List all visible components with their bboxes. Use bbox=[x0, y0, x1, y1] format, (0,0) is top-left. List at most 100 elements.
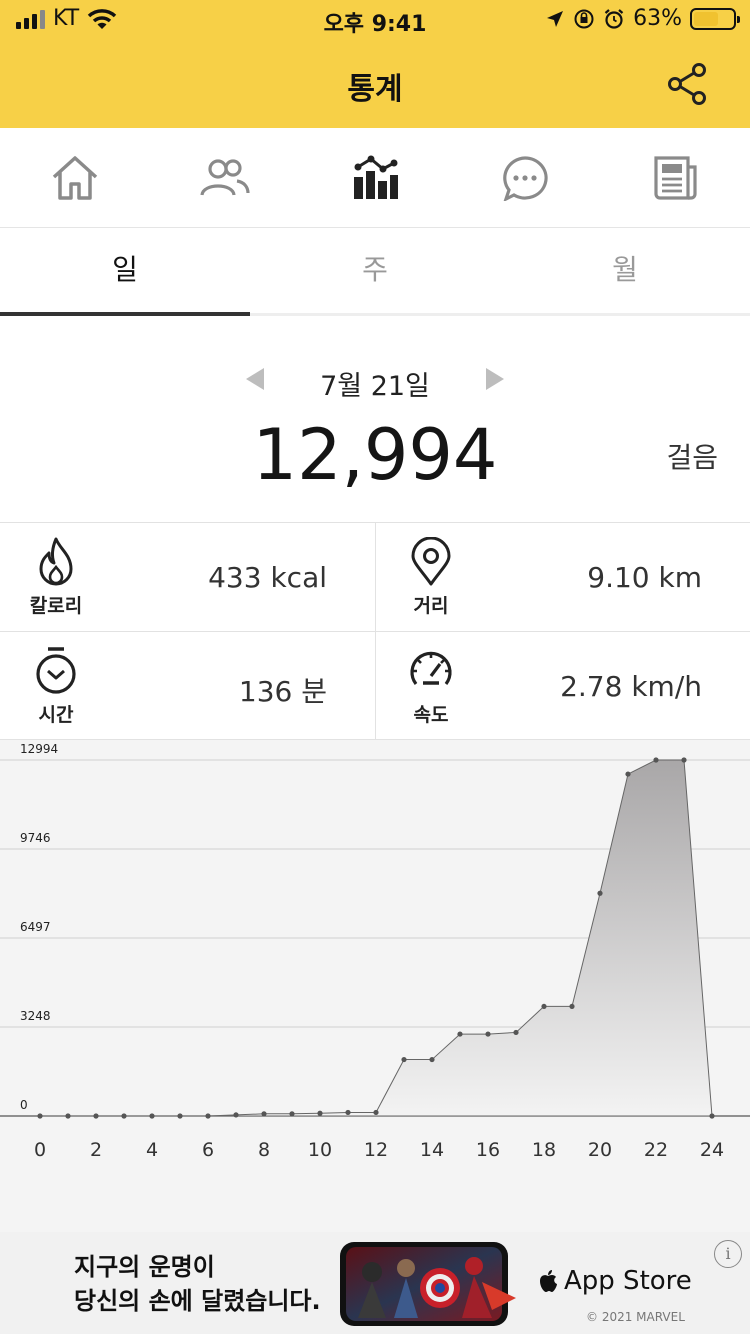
stats-icon bbox=[354, 155, 398, 199]
data-point bbox=[65, 1113, 71, 1119]
data-point bbox=[653, 757, 659, 763]
stopwatch-icon bbox=[36, 647, 76, 694]
data-point bbox=[149, 1113, 155, 1119]
nav-stats[interactable] bbox=[300, 128, 450, 227]
x-tick-label: 12 bbox=[364, 1139, 388, 1161]
time-label: 시간 bbox=[38, 704, 74, 726]
data-point bbox=[373, 1109, 379, 1116]
x-tick-label: 20 bbox=[588, 1139, 612, 1161]
tab-day[interactable]: 일 bbox=[0, 228, 250, 316]
news-icon bbox=[654, 155, 697, 200]
data-point bbox=[289, 1111, 295, 1117]
x-tick-label: 4 bbox=[146, 1139, 158, 1161]
speedometer-icon bbox=[410, 651, 452, 685]
data-point bbox=[177, 1113, 183, 1119]
flame-icon bbox=[39, 537, 73, 586]
time-cell: 시간 136 분 bbox=[0, 632, 375, 740]
apple-icon bbox=[540, 1270, 557, 1292]
data-point bbox=[37, 1113, 43, 1119]
speed-cell: 속도 2.78 km/h bbox=[375, 632, 750, 740]
tab-week[interactable]: 주 bbox=[250, 228, 500, 313]
location-icon bbox=[547, 10, 564, 27]
app-store-badge[interactable]: App Store bbox=[538, 1266, 692, 1296]
y-tick-label: 0 bbox=[20, 1098, 28, 1112]
step-count: 12,994 bbox=[252, 414, 498, 496]
speed-label: 속도 bbox=[413, 704, 449, 726]
chat-icon bbox=[503, 155, 548, 201]
speed-value: 2.78 km/h bbox=[560, 670, 702, 703]
data-point bbox=[401, 1056, 407, 1063]
friends-icon bbox=[200, 158, 250, 196]
data-point bbox=[625, 771, 631, 777]
data-point bbox=[205, 1113, 211, 1119]
data-point bbox=[317, 1110, 323, 1116]
main-nav bbox=[0, 128, 750, 228]
data-point bbox=[93, 1113, 99, 1119]
date-selector: 7월 21일 bbox=[0, 360, 750, 402]
y-tick-label: 3248 bbox=[20, 1009, 51, 1023]
step-unit: 걸음 bbox=[666, 441, 718, 474]
y-tick-label: 6497 bbox=[20, 920, 51, 934]
distance-value: 9.10 km bbox=[587, 561, 702, 594]
ad-game-poster-image bbox=[340, 1242, 516, 1326]
x-tick-label: 24 bbox=[700, 1139, 724, 1161]
data-point bbox=[485, 1031, 491, 1037]
data-point bbox=[261, 1111, 267, 1117]
data-point bbox=[513, 1029, 519, 1036]
data-point bbox=[429, 1056, 435, 1063]
calories-value: 433 kcal bbox=[208, 561, 327, 594]
data-point bbox=[345, 1109, 351, 1116]
data-point bbox=[457, 1031, 463, 1037]
period-tabs: 일 주 월 bbox=[0, 228, 750, 316]
nav-home[interactable] bbox=[0, 128, 150, 227]
ad-line-2: 당신의 손에 달렸습니다. bbox=[74, 1287, 321, 1315]
x-tick-label: 16 bbox=[476, 1139, 500, 1161]
ad-info-button[interactable]: i bbox=[714, 1240, 742, 1268]
distance-label: 거리 bbox=[413, 595, 449, 617]
distance-cell: 거리 9.10 km bbox=[375, 523, 750, 631]
alarm-icon bbox=[604, 8, 624, 29]
data-point bbox=[541, 1003, 547, 1010]
calories-cell: 칼로리 433 kcal bbox=[0, 523, 375, 631]
x-tick-label: 10 bbox=[308, 1139, 332, 1161]
ad-copyright: © 2021 MARVEL bbox=[586, 1310, 685, 1324]
data-point bbox=[681, 757, 687, 763]
x-tick-label: 6 bbox=[202, 1139, 214, 1161]
x-tick-label: 22 bbox=[644, 1139, 668, 1161]
location-pin-icon bbox=[411, 537, 451, 586]
x-tick-label: 2 bbox=[90, 1139, 102, 1161]
nav-chat[interactable] bbox=[450, 128, 600, 227]
y-tick-label: 9746 bbox=[20, 831, 51, 845]
home-icon bbox=[52, 155, 98, 200]
ad-banner[interactable]: 지구의 운명이 당신의 손에 달렸습니다. App Store © 2021 M… bbox=[0, 1232, 750, 1334]
x-tick-label: 8 bbox=[258, 1139, 270, 1161]
ad-line-1: 지구의 운명이 bbox=[74, 1253, 215, 1281]
x-tick-label: 14 bbox=[420, 1139, 444, 1161]
battery-icon bbox=[690, 7, 740, 30]
status-bar: KT 오후 9:41 63% bbox=[0, 0, 750, 42]
app-store-label: App Store bbox=[564, 1266, 692, 1296]
data-point bbox=[233, 1112, 239, 1118]
data-point bbox=[121, 1113, 127, 1119]
nav-news[interactable] bbox=[600, 128, 750, 227]
current-date: 7월 21일 bbox=[320, 371, 430, 402]
data-point bbox=[597, 890, 603, 896]
y-tick-label: 12994 bbox=[20, 742, 58, 756]
battery-percent: 63% bbox=[633, 6, 682, 31]
page-title: 통계 bbox=[347, 72, 403, 107]
ad-text: 지구의 운명이 당신의 손에 달렸습니다. bbox=[74, 1250, 321, 1318]
x-tick-label: 18 bbox=[532, 1139, 556, 1161]
tab-month[interactable]: 월 bbox=[500, 228, 750, 313]
next-date-button[interactable] bbox=[486, 368, 504, 390]
time-value: 136 분 bbox=[238, 675, 327, 708]
share-icon[interactable] bbox=[666, 62, 710, 106]
orientation-lock-icon bbox=[574, 9, 594, 28]
x-tick-label: 0 bbox=[34, 1139, 46, 1161]
data-point bbox=[569, 1003, 575, 1010]
data-point bbox=[709, 1113, 715, 1119]
nav-friends[interactable] bbox=[150, 128, 300, 227]
app-bar: 통계 bbox=[0, 42, 750, 128]
steps-area-chart: 0324864979746129940 2 4 6 8 10 12 14 16 18 20 22 24 bbox=[0, 742, 750, 1161]
hourly-steps-chart: 0 3248 6497 9746 12994 0 2 4 6 8 10 12 14 16 18 20 22 24 bbox=[0, 740, 750, 1232]
stats-grid: 칼로리 433 kcal 거리 9.10 km 시간 136 분 속도 2.78… bbox=[0, 522, 750, 741]
